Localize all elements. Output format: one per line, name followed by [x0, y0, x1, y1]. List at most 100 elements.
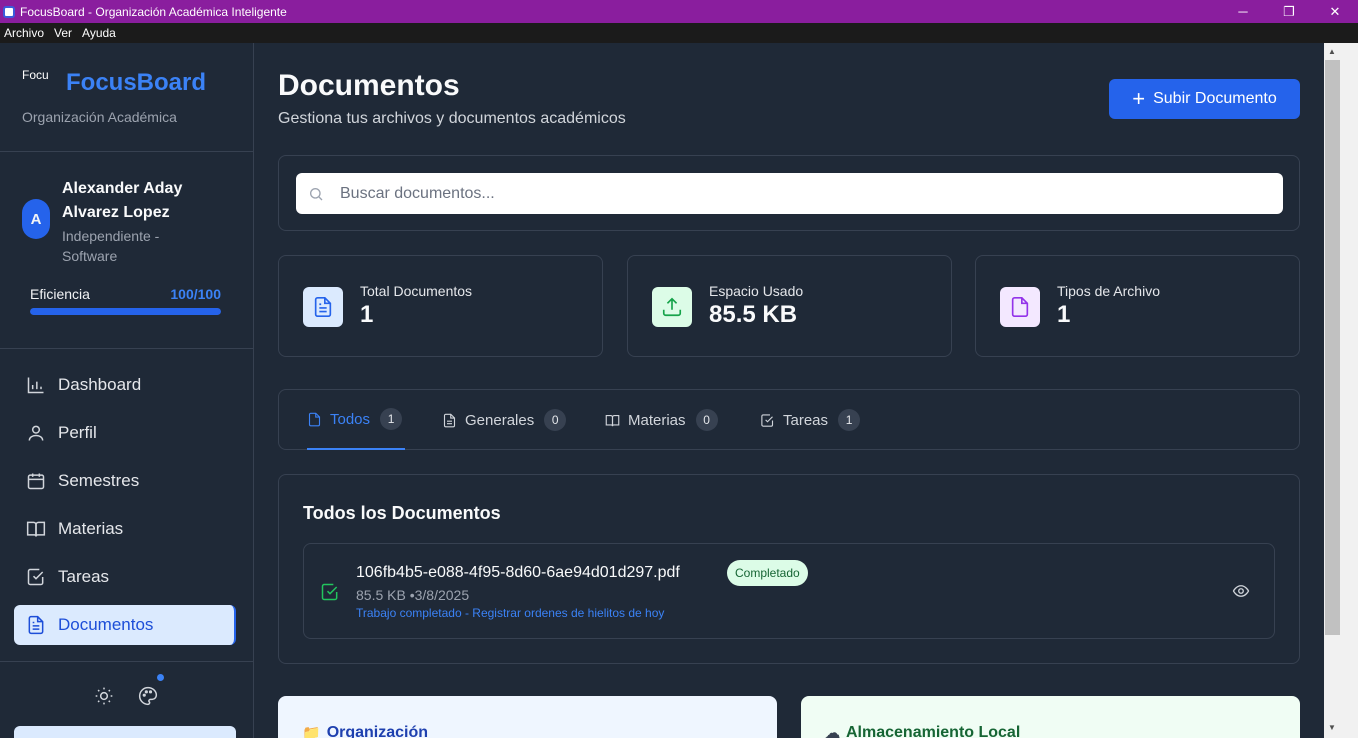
sidebar-item-materias[interactable]: Materias: [14, 509, 236, 549]
search-card: [278, 155, 1300, 231]
sidebar-item-label: Perfil: [58, 423, 97, 442]
stat-icon-wrap: [1000, 287, 1040, 327]
bar-chart-icon: [27, 377, 44, 394]
sidebar-divider: [0, 661, 253, 662]
upload-document-button[interactable]: + Subir Documento: [1109, 79, 1300, 119]
search-icon: [310, 187, 323, 200]
folder-icon: 📁: [302, 725, 321, 738]
sidebar-nav: Dashboard Perfil Semestres Materias Tare…: [14, 365, 236, 653]
sidebar-divider: [0, 348, 253, 349]
user-name: Alexander Aday Alvarez Lopez: [62, 180, 183, 221]
search-box[interactable]: [296, 173, 1283, 214]
minimize-button[interactable]: ─: [1220, 0, 1266, 23]
file-icon: [308, 412, 321, 426]
menu-bar: Archivo Ver Ayuda: [0, 23, 1358, 43]
tab-todos[interactable]: Todos 1: [307, 390, 405, 450]
stat-value: 1: [1057, 301, 1071, 328]
sidebar-item-semestres[interactable]: Semestres: [14, 461, 236, 501]
palette-button[interactable]: [138, 674, 164, 706]
brand-logo[interactable]: Focu FocusBoard: [22, 67, 206, 99]
sidebar-item-tareas[interactable]: Tareas: [14, 557, 236, 597]
plus-icon: +: [1132, 86, 1146, 111]
tab-label: Generales: [465, 411, 535, 429]
document-name: 106fb4b5-e088-4f95-8d60-6ae94d01d297.pdf: [356, 564, 680, 581]
scroll-down-arrow[interactable]: ▼: [1328, 723, 1336, 732]
stat-value: 85.5 KB: [709, 301, 798, 328]
window-title: FocusBoard - Organización Académica Inte…: [20, 4, 287, 19]
menu-archivo[interactable]: Archivo: [4, 26, 44, 40]
tab-label: Tareas: [783, 411, 829, 429]
sidebar-item-label: Documentos: [58, 615, 154, 634]
user-profile: A Alexander Aday Alvarez Lopez Independi…: [22, 177, 212, 266]
page-title: Documentos: [278, 69, 460, 102]
sidebar-bottom-card[interactable]: [14, 726, 236, 738]
stat-card-space: Espacio Usado 85.5 KB: [627, 255, 952, 357]
info-card-organizacion: 📁 Organización: [278, 696, 777, 738]
user-icon: [28, 425, 44, 441]
logo-image: Focu: [22, 68, 49, 82]
info-card-title: Organización: [326, 724, 429, 738]
brand-name: FocusBoard: [66, 69, 207, 96]
upload-icon: [662, 297, 682, 317]
sidebar-item-label: Materias: [58, 519, 124, 538]
user-role: Independiente - Software: [62, 228, 160, 264]
info-card-almacenamiento: ☁ Almacenamiento Local: [801, 696, 1300, 738]
check-square-icon: [320, 582, 340, 602]
maximize-button[interactable]: ❐: [1266, 0, 1312, 23]
documents-title: Todos los Documentos: [303, 503, 501, 523]
tab-count: 1: [838, 409, 861, 431]
menu-ver[interactable]: Ver: [54, 26, 72, 40]
cloud-icon: ☁: [825, 725, 840, 738]
book-icon: [26, 521, 46, 537]
brand-subtitle: Organización Académica: [22, 109, 177, 125]
stat-label: Total Documentos: [360, 283, 473, 299]
window-titlebar: FocusBoard - Organización Académica Inte…: [0, 0, 1358, 23]
scrollbar-thumb[interactable]: [1325, 60, 1340, 635]
stat-icon-wrap: [652, 287, 692, 327]
status-badge: Completado: [727, 560, 808, 586]
menu-ayuda[interactable]: Ayuda: [82, 26, 116, 40]
document-task-link[interactable]: Trabajo completado - Registrar ordenes d…: [356, 606, 664, 620]
stat-label: Tipos de Archivo: [1057, 283, 1160, 299]
palette-icon: [139, 686, 158, 706]
list-item[interactable]: 106fb4b5-e088-4f95-8d60-6ae94d01d297.pdf…: [303, 543, 1275, 639]
file-icon: [1011, 297, 1029, 317]
efficiency-value: 100/100: [170, 286, 221, 302]
check-square-icon: [27, 568, 44, 586]
theme-toggle-button[interactable]: [94, 686, 114, 706]
view-document-button[interactable]: [1232, 582, 1250, 600]
efficiency-bar-fill: [30, 308, 221, 315]
efficiency-meter: Eficiencia 100/100: [30, 286, 221, 315]
file-text-icon: [314, 297, 332, 317]
sidebar-item-perfil[interactable]: Perfil: [14, 413, 236, 453]
efficiency-label: Eficiencia: [30, 286, 90, 302]
tab-count: 1: [380, 408, 403, 430]
book-icon: [605, 414, 620, 426]
stat-label: Espacio Usado: [709, 283, 804, 299]
tab-materias[interactable]: Materias 0: [605, 390, 718, 450]
check-square-icon: [761, 413, 774, 427]
document-tabs: Todos 1 Generales 0 Materias 0 Tareas 1: [278, 389, 1300, 450]
stat-card-types: Tipos de Archivo 1: [975, 255, 1300, 357]
tab-count: 0: [695, 409, 718, 431]
eye-icon: [1232, 585, 1250, 597]
document-meta: 85.5 KB •3/8/2025: [356, 587, 470, 603]
tab-generales[interactable]: Generales 0: [442, 390, 567, 450]
sidebar: Focu FocusBoard Organización Académica A…: [0, 43, 254, 738]
info-card-title: Almacenamiento Local: [846, 724, 1021, 738]
sidebar-item-label: Dashboard: [58, 375, 142, 394]
file-text-icon: [28, 615, 44, 635]
tab-label: Todos: [330, 410, 371, 428]
calendar-icon: [27, 473, 45, 490]
app-icon: [3, 5, 15, 18]
tab-label: Materias: [628, 411, 686, 429]
scroll-up-arrow[interactable]: ▲: [1328, 47, 1336, 56]
sidebar-item-dashboard[interactable]: Dashboard: [14, 365, 236, 405]
scrollbar[interactable]: ▲ ▼: [1324, 43, 1358, 738]
tab-tareas[interactable]: Tareas 1: [760, 390, 861, 450]
page-subtitle: Gestiona tus archivos y documentos acadé…: [278, 110, 626, 127]
search-input[interactable]: [340, 184, 1240, 203]
stat-card-total: Total Documentos 1: [278, 255, 603, 357]
sidebar-item-documentos[interactable]: Documentos: [14, 605, 236, 645]
close-button[interactable]: ✕: [1312, 0, 1358, 23]
